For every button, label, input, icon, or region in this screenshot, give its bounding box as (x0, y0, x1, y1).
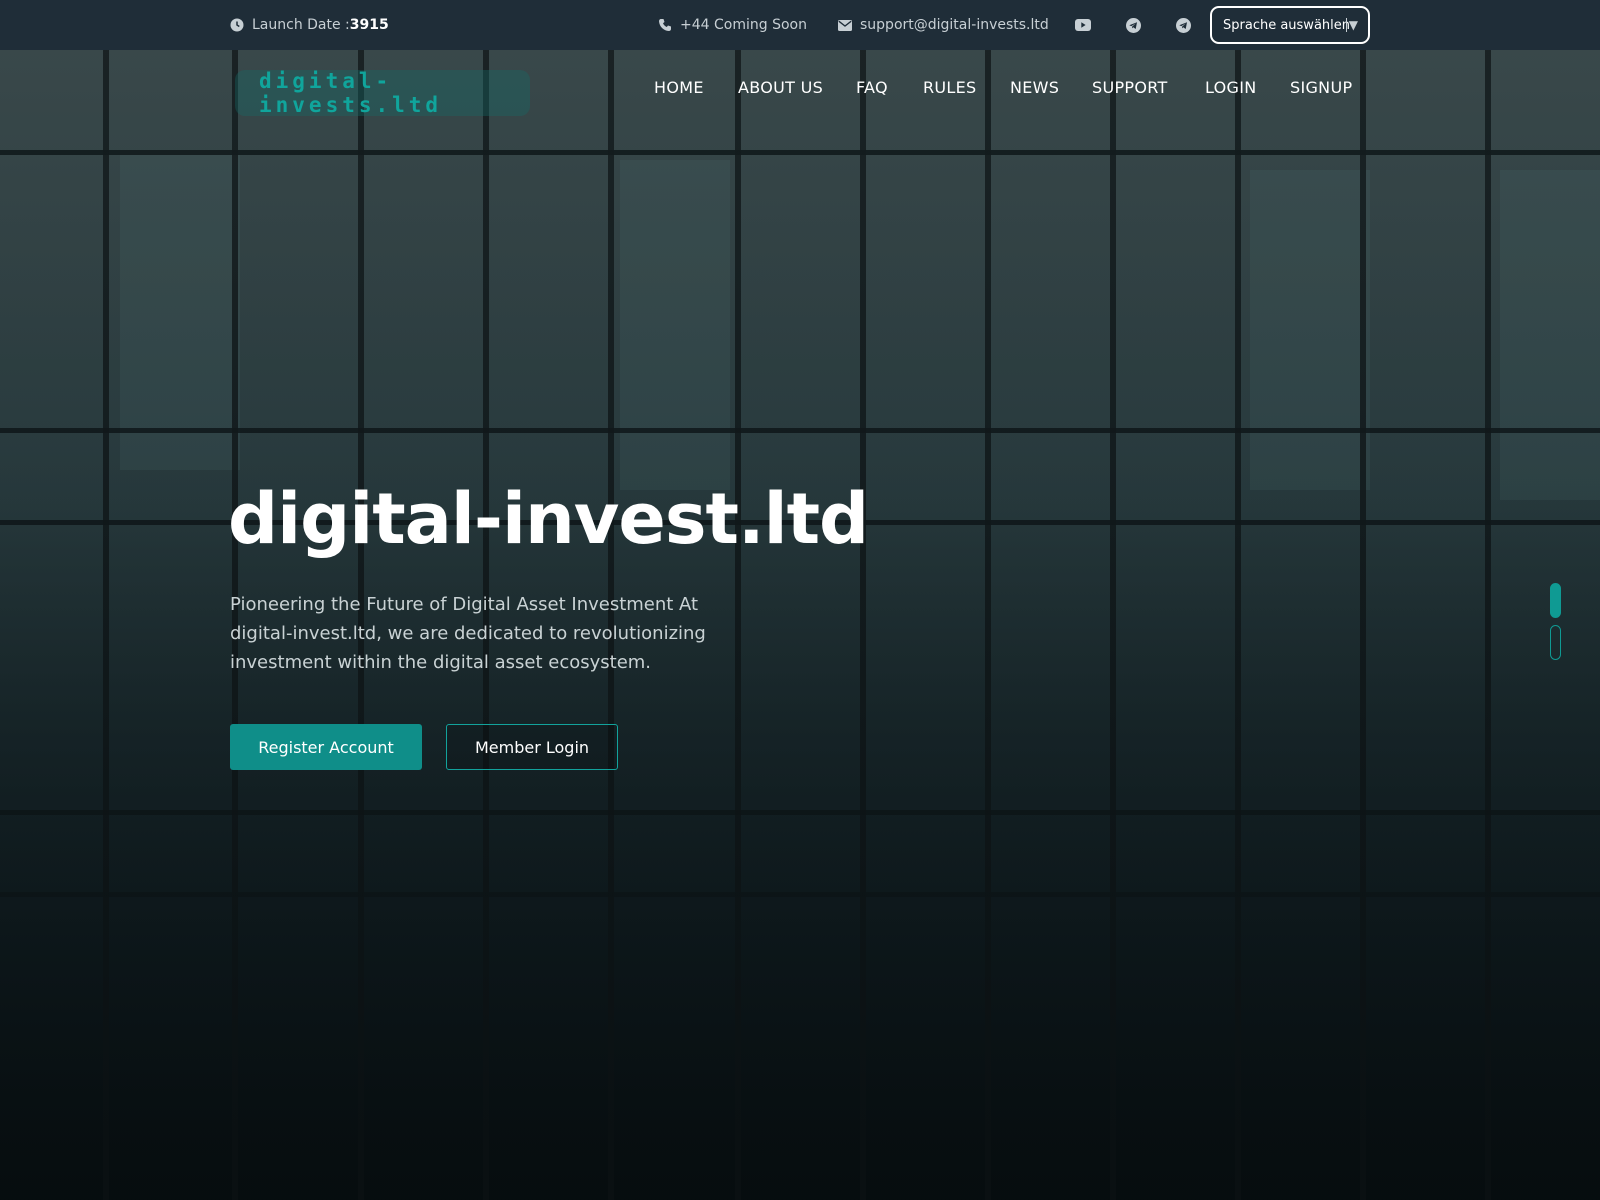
slider-dot-active[interactable] (1550, 583, 1561, 618)
nav-item-news[interactable]: NEWS (1010, 78, 1059, 97)
phone-info: +44 Coming Soon (658, 0, 807, 50)
register-account-button[interactable]: Register Account (230, 724, 422, 770)
language-select-value: Sprache auswählen (1223, 17, 1350, 33)
clock-icon (230, 18, 244, 32)
member-login-button[interactable]: Member Login (446, 724, 618, 770)
launch-date: Launch Date :3915 (230, 0, 389, 50)
nav-item-login[interactable]: LOGIN (1205, 78, 1257, 97)
telegram-icon[interactable] (1173, 15, 1193, 35)
hero-title: digital-invest.ltd (228, 478, 869, 560)
nav-item-home[interactable]: HOME (654, 78, 704, 97)
top-bar: Launch Date :3915 +44 Coming Soon suppor… (0, 0, 1600, 50)
youtube-icon[interactable] (1073, 15, 1093, 35)
email-text[interactable]: support@digital-invests.ltd (860, 17, 1049, 33)
language-select[interactable]: Sprache auswählen ▼ (1210, 6, 1370, 44)
nav-item-support[interactable]: SUPPORT (1092, 78, 1168, 97)
nav-item-signup[interactable]: SIGNUP (1290, 78, 1352, 97)
chevron-down-icon: ▼ (1345, 18, 1358, 32)
envelope-icon (838, 19, 852, 31)
nav-item-about-us[interactable]: ABOUT US (738, 78, 823, 97)
phone-icon (659, 19, 671, 31)
email-info[interactable]: support@digital-invests.ltd (838, 0, 1049, 50)
launch-date-label: Launch Date : (252, 17, 350, 33)
hero-description: Pioneering the Future of Digital Asset I… (230, 594, 706, 673)
slider-dot[interactable] (1550, 625, 1561, 660)
nav-item-faq[interactable]: FAQ (856, 78, 888, 97)
telegram-icon[interactable] (1123, 15, 1143, 35)
launch-date-value: 3915 (349, 17, 389, 33)
main-nav: HOME ABOUT US FAQ RULES NEWS SUPPORT LOG… (0, 78, 1600, 108)
phone-text: +44 Coming Soon (680, 17, 807, 33)
nav-item-rules[interactable]: RULES (923, 78, 977, 97)
